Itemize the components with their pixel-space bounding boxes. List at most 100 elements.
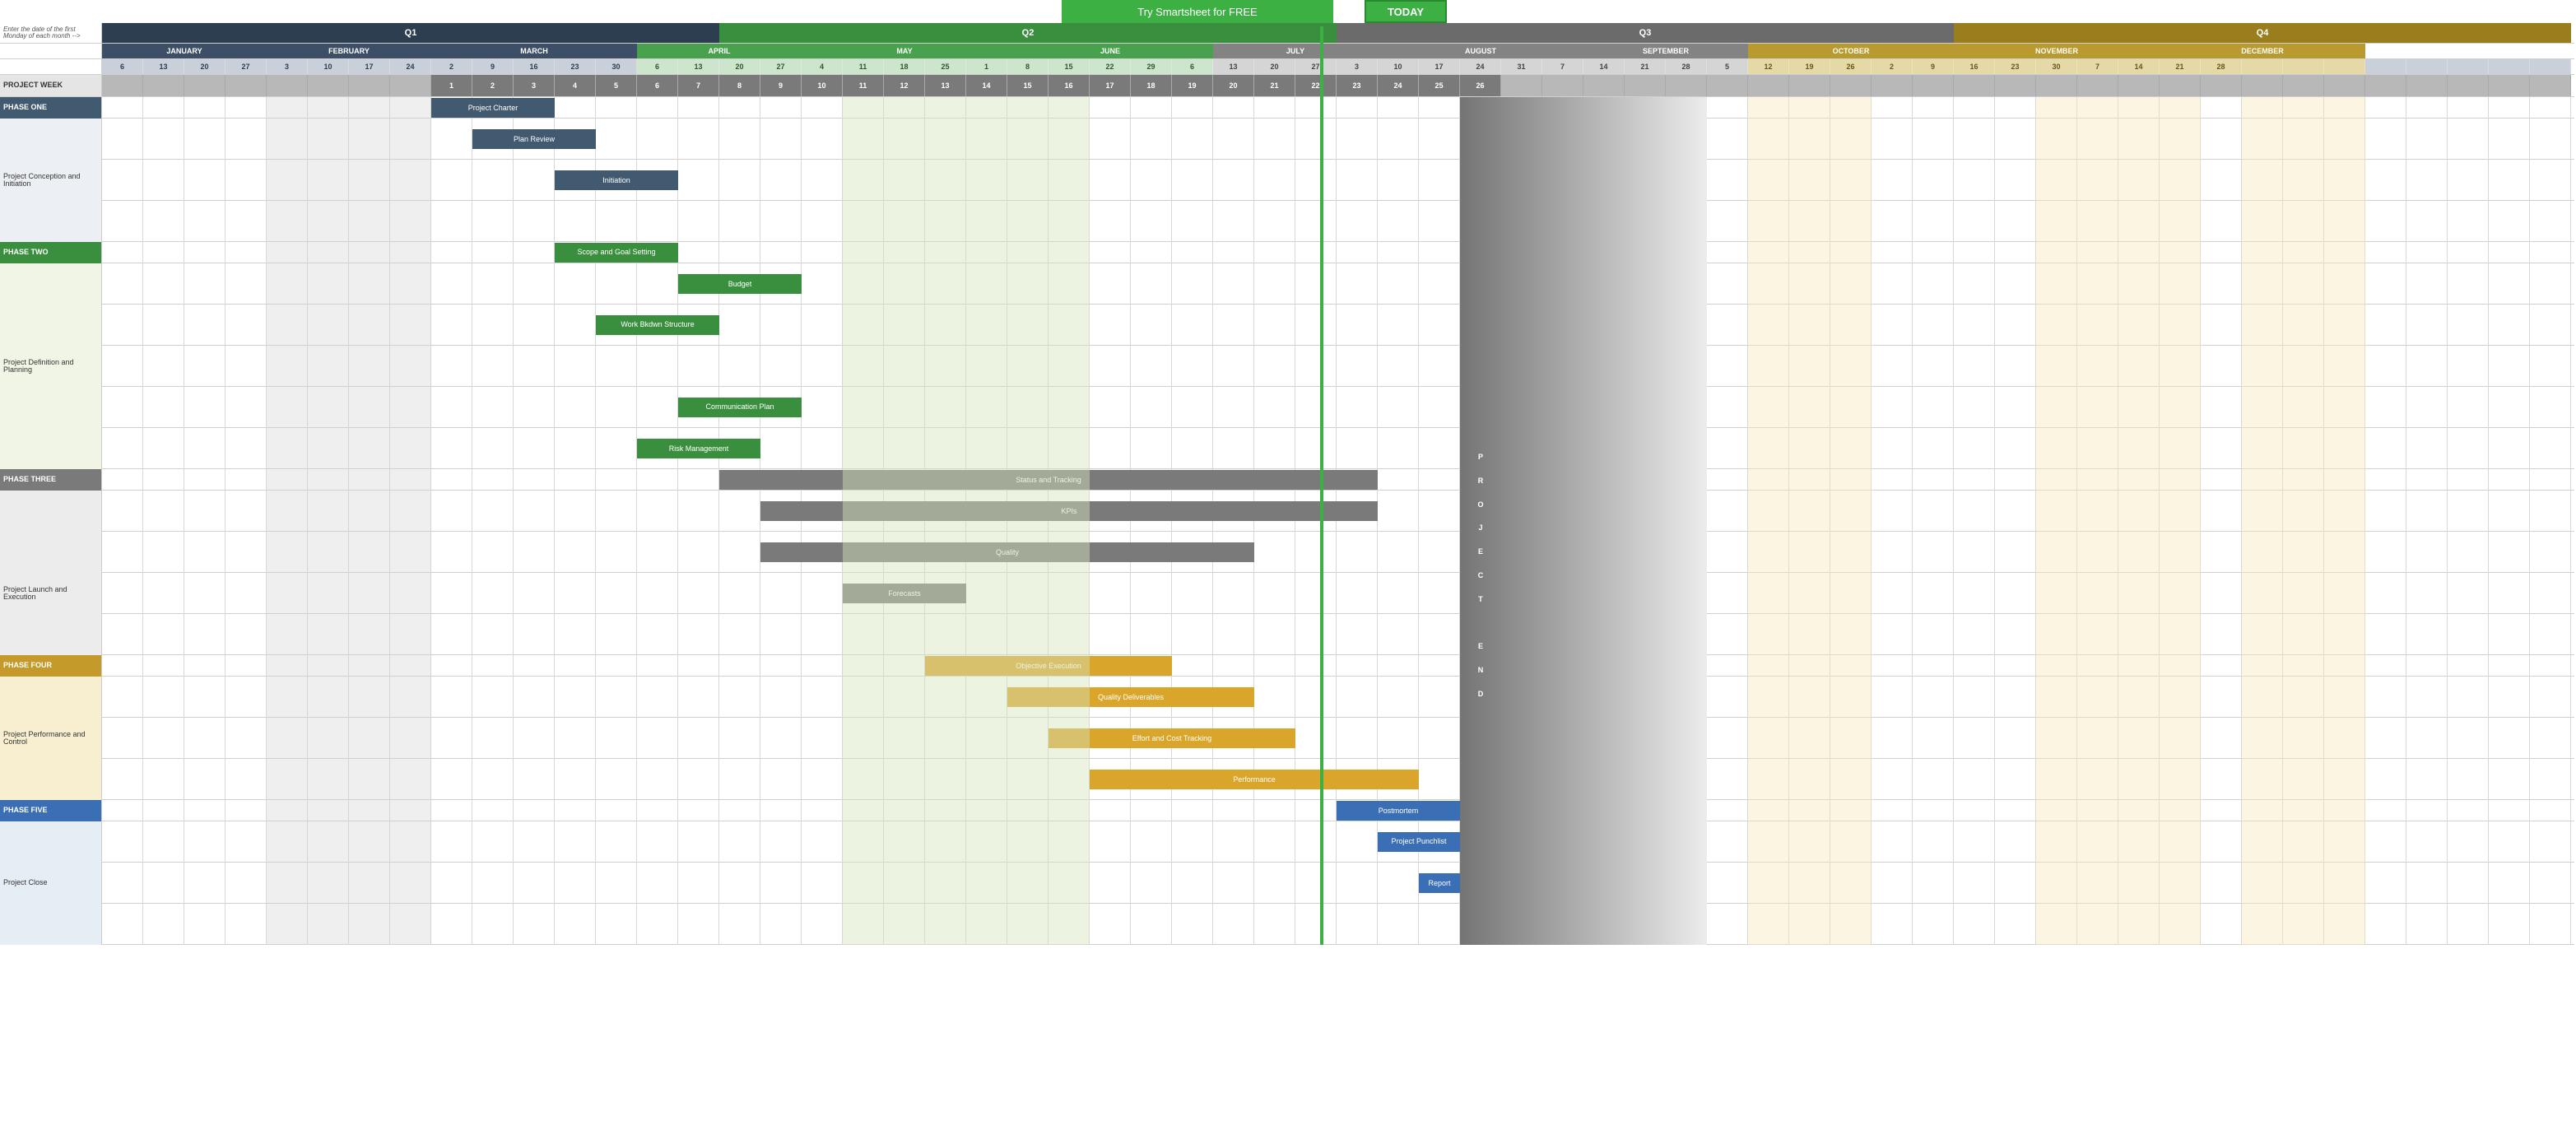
day-col: 2	[1872, 59, 1913, 74]
project-week-cell	[2365, 75, 2406, 96]
day-col: 13	[143, 59, 184, 74]
task-bar[interactable]: Quality	[760, 542, 1254, 562]
task-bar[interactable]: Status and Tracking	[719, 470, 1378, 490]
top-bar: Try Smartsheet for FREE TODAY	[0, 0, 2576, 23]
project-week-cell: 13	[925, 75, 966, 96]
quarter-q2: Q2	[719, 23, 1337, 43]
day-col: 23	[555, 59, 596, 74]
project-week-cell	[2160, 75, 2201, 96]
day-col: 2	[431, 59, 472, 74]
day-col: 20	[1254, 59, 1295, 74]
day-col: 9	[1913, 59, 1954, 74]
project-week-cell: 26	[1460, 75, 1501, 96]
month-february: FEBRUARY	[267, 44, 431, 58]
day-col: 14	[1583, 59, 1625, 74]
day-col: 6	[637, 59, 678, 74]
project-week-cell	[226, 75, 267, 96]
day-col: 20	[184, 59, 226, 74]
task-bar[interactable]: Risk Management	[637, 439, 760, 458]
project-week-cell	[1748, 75, 1789, 96]
project-week-cell	[308, 75, 349, 96]
task-bar[interactable]: Communication Plan	[678, 398, 802, 417]
day-col: 16	[514, 59, 555, 74]
project-week-cell	[1830, 75, 1872, 96]
project-week-cell: 22	[1295, 75, 1337, 96]
project-week-cell	[2530, 75, 2571, 96]
project-week-cell	[1954, 75, 1995, 96]
task-bar[interactable]: Quality Deliverables	[1007, 687, 1254, 707]
day-col: 16	[1954, 59, 1995, 74]
project-week-cell	[1625, 75, 1666, 96]
day-col: 23	[1995, 59, 2036, 74]
project-week-cell: 19	[1172, 75, 1213, 96]
project-week-cell	[390, 75, 431, 96]
day-col: 7	[1542, 59, 1583, 74]
task-bar[interactable]: Project Charter	[431, 98, 555, 118]
day-col: 20	[719, 59, 760, 74]
day-col: 6	[1172, 59, 1213, 74]
project-week-cell: 23	[1337, 75, 1378, 96]
project-week-cell	[2118, 75, 2160, 96]
project-week-cell: 20	[1213, 75, 1254, 96]
task-bar[interactable]: Objective Execution	[925, 656, 1172, 676]
task-bar[interactable]: Scope and Goal Setting	[555, 243, 678, 263]
day-col: 15	[1049, 59, 1090, 74]
day-col: 10	[1378, 59, 1419, 74]
task-bar[interactable]: KPIs	[760, 501, 1378, 521]
day-col: 21	[2160, 59, 2201, 74]
day-col: 9	[472, 59, 514, 74]
day-col: 30	[596, 59, 637, 74]
project-week-cell	[1872, 75, 1913, 96]
day-col: 18	[884, 59, 925, 74]
day-header-row: 6132027310172429162330613202741118251815…	[0, 59, 2574, 75]
project-week-cell: 17	[1090, 75, 1131, 96]
project-week-cell	[1789, 75, 1830, 96]
day-col: 19	[1789, 59, 1830, 74]
project-week-cell	[1542, 75, 1583, 96]
project-week-cell	[2324, 75, 2365, 96]
month-june: JUNE	[1007, 44, 1213, 58]
task-bar[interactable]: Forecasts	[843, 584, 966, 603]
task-bar[interactable]: Project Punchlist	[1378, 832, 1460, 852]
day-col: 26	[1830, 59, 1872, 74]
try-smartsheet-button[interactable]: Try Smartsheet for FREE	[1062, 0, 1333, 23]
project-week-cell	[102, 75, 143, 96]
task-bar[interactable]: Performance	[1090, 770, 1419, 789]
gantt-chart: Try Smartsheet for FREE TODAY Enter the …	[0, 0, 2576, 945]
project-week-label: PROJECT WEEK	[0, 75, 102, 96]
day-col: 31	[1501, 59, 1542, 74]
day-col: 17	[349, 59, 390, 74]
month-october: OCTOBER	[1748, 44, 1954, 58]
month-january: JANUARY	[102, 44, 267, 58]
task-bar[interactable]: Plan Review	[472, 129, 596, 149]
task-bar[interactable]: Postmortem	[1337, 801, 1460, 821]
project-week-row: PROJECT WEEK 123456789101112131415161718…	[0, 75, 2574, 97]
task-bar[interactable]: Effort and Cost Tracking	[1049, 728, 1295, 748]
month-may: MAY	[802, 44, 1007, 58]
month-april: APRIL	[637, 44, 802, 58]
project-week-cell: 24	[1378, 75, 1419, 96]
note-label: Enter the date of the first Monday of ea…	[0, 23, 102, 43]
task-bar[interactable]: Work Bkdwn Structure	[596, 315, 719, 335]
month-november: NOVEMBER	[1954, 44, 2160, 58]
today-button[interactable]: TODAY	[1365, 0, 1447, 23]
month-march: MARCH	[431, 44, 637, 58]
day-col: 30	[2036, 59, 2077, 74]
project-week-cell	[2489, 75, 2530, 96]
day-col: 27	[226, 59, 267, 74]
task-bar[interactable]: Report	[1419, 873, 1460, 893]
project-week-cell	[349, 75, 390, 96]
project-week-cell: 21	[1254, 75, 1295, 96]
day-col: 3	[267, 59, 308, 74]
project-week-cell: 3	[514, 75, 555, 96]
month-july: JULY	[1213, 44, 1378, 58]
day-col: 8	[1007, 59, 1049, 74]
quarter-q4: Q4	[1954, 23, 2571, 43]
project-week-cell	[2036, 75, 2077, 96]
project-week-cell: 8	[719, 75, 760, 96]
task-bar[interactable]: Budget	[678, 274, 802, 294]
day-col: 10	[308, 59, 349, 74]
project-week-cell	[267, 75, 308, 96]
day-col: 7	[2077, 59, 2118, 74]
task-bar[interactable]: Initiation	[555, 170, 678, 190]
